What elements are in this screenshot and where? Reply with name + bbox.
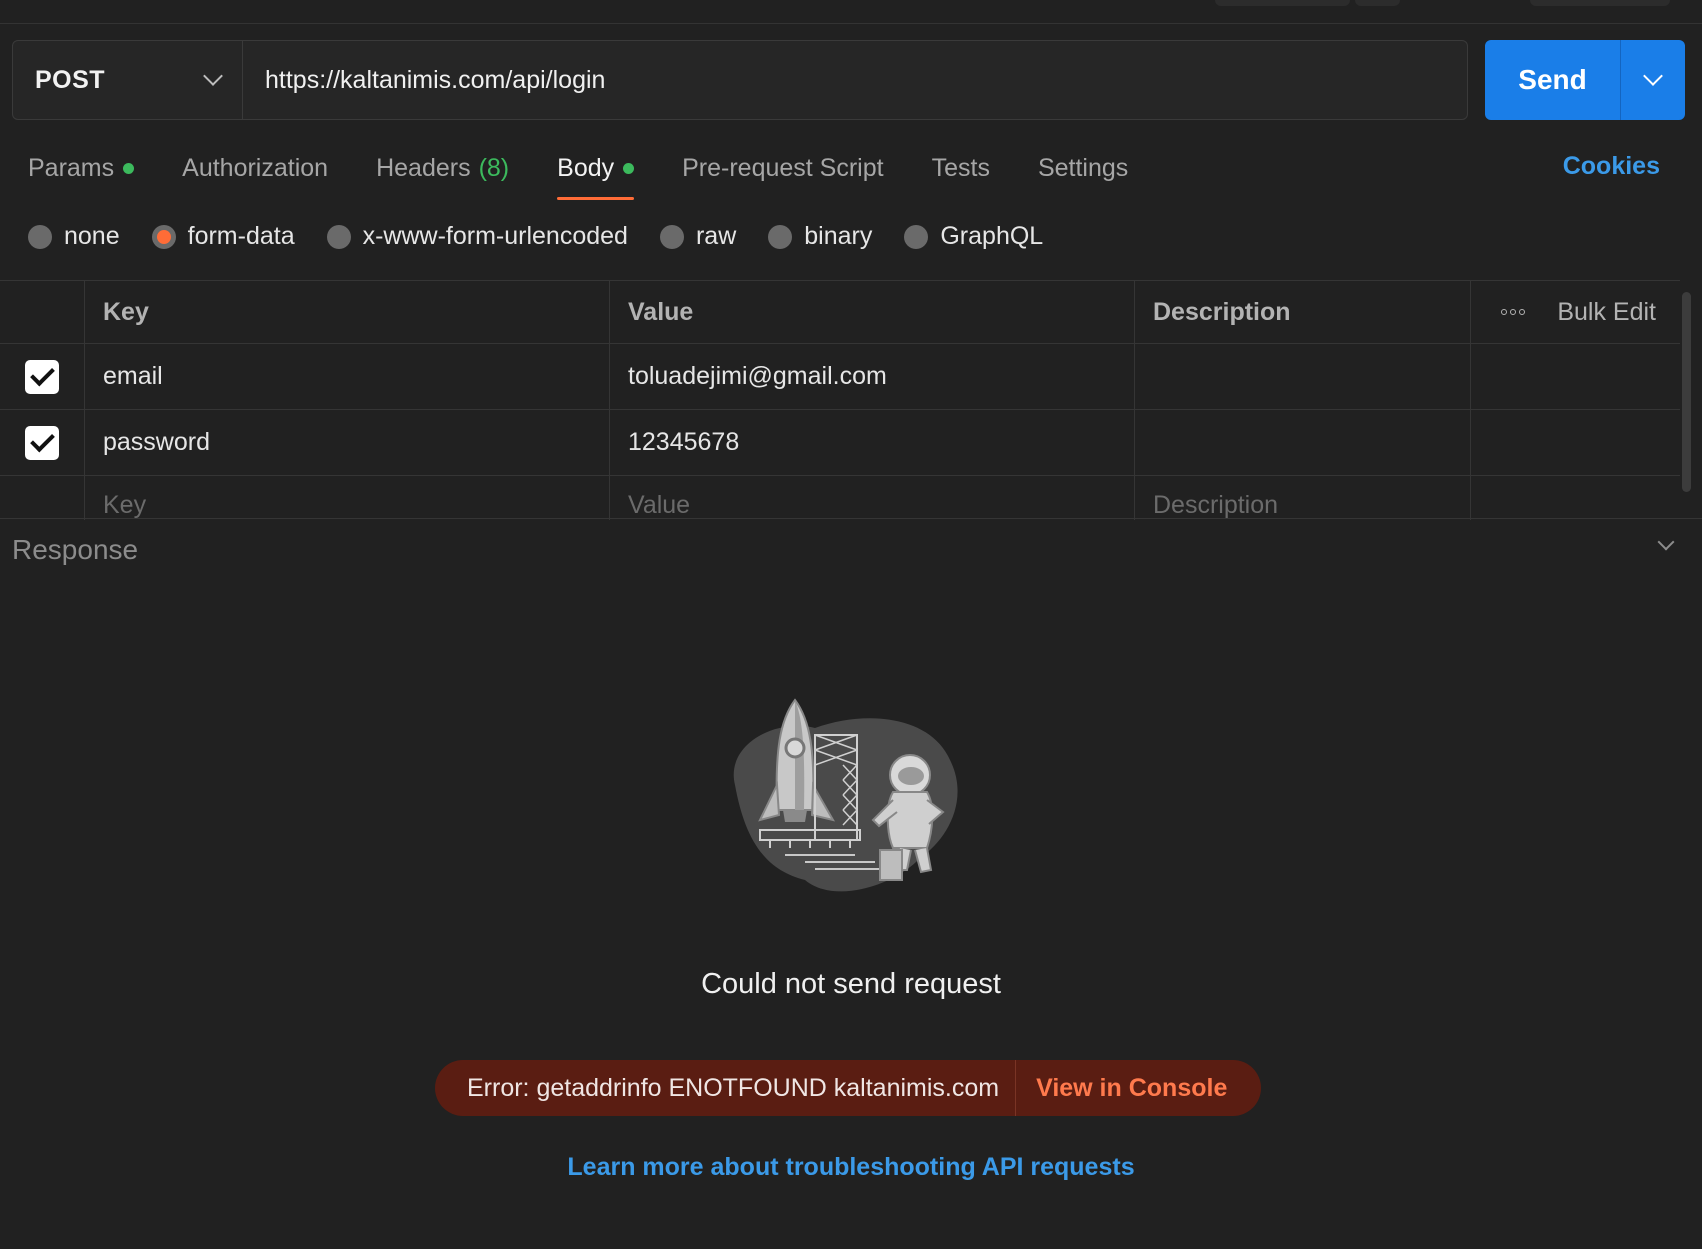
headers-count: (8) xyxy=(478,153,510,182)
response-title: Response xyxy=(12,534,139,565)
radio-selected-icon xyxy=(151,224,176,249)
more-options-icon[interactable] xyxy=(1501,309,1526,315)
row-actions-cell xyxy=(1471,476,1680,520)
tab-tests[interactable]: Tests xyxy=(932,148,990,188)
status-dot-icon xyxy=(623,162,635,174)
row-checkbox[interactable] xyxy=(25,359,59,394)
tab-pre-request-script[interactable]: Pre-request Script xyxy=(682,148,883,188)
table-row: password 12345678 xyxy=(0,410,1680,476)
request-tabs: Params Authorization Headers (8) Body Pr… xyxy=(28,148,1176,204)
tab-settings[interactable]: Settings xyxy=(1038,148,1128,188)
value-cell[interactable]: 12345678 xyxy=(610,410,1135,475)
learn-more-link[interactable]: Learn more about troubleshooting API req… xyxy=(0,1153,1702,1182)
tab-label: Pre-request Script xyxy=(682,153,884,182)
radio-icon xyxy=(768,224,793,249)
tab-label: Headers xyxy=(376,153,471,182)
cookies-link[interactable]: Cookies xyxy=(1563,152,1660,181)
collapse-response-button[interactable] xyxy=(1657,533,1675,551)
status-dot-icon xyxy=(123,162,135,174)
body-type-binary[interactable]: binary xyxy=(768,222,872,251)
error-text: Error: getaddrinfo ENOTFOUND kaltanimis.… xyxy=(435,1060,1017,1116)
table-header-actions: Bulk Edit xyxy=(1471,281,1680,343)
tab-label: Body xyxy=(557,153,615,182)
body-type-urlencoded[interactable]: x-www-form-urlencoded xyxy=(326,222,628,251)
row-checkbox-cell xyxy=(0,410,85,475)
chevron-down-icon xyxy=(1657,533,1675,551)
toolbar-tab-fragment xyxy=(1355,0,1400,6)
header-checkbox-column xyxy=(0,281,85,343)
body-type-label: x-www-form-urlencoded xyxy=(362,222,628,250)
table-scrollbar[interactable] xyxy=(1682,292,1691,492)
tab-headers[interactable]: Headers (8) xyxy=(376,148,509,188)
table-header-row: Key Value Description Bulk Edit xyxy=(0,280,1680,344)
body-type-graphql[interactable]: GraphQL xyxy=(904,222,1043,251)
chevron-down-icon xyxy=(203,66,223,86)
row-checkbox[interactable] xyxy=(25,425,59,460)
error-banner: Error: getaddrinfo ENOTFOUND kaltanimis.… xyxy=(435,1060,1261,1116)
tab-body[interactable]: Body xyxy=(557,148,635,200)
row-actions-cell xyxy=(1471,410,1680,475)
body-type-label: raw xyxy=(695,222,737,250)
column-header-description: Description xyxy=(1135,281,1471,343)
url-input[interactable] xyxy=(243,41,1467,119)
row-actions-cell xyxy=(1471,344,1680,409)
chevron-down-icon xyxy=(1643,66,1663,86)
method-select[interactable]: POST xyxy=(13,41,243,119)
body-type-raw[interactable]: raw xyxy=(659,222,737,251)
column-header-value: Value xyxy=(610,281,1135,343)
body-type-label: form-data xyxy=(187,222,295,250)
radio-icon xyxy=(904,224,929,249)
toolbar-tab-fragment xyxy=(1530,0,1670,6)
description-cell[interactable] xyxy=(1135,410,1471,475)
body-type-label: GraphQL xyxy=(940,222,1044,250)
method-label: POST xyxy=(35,65,106,94)
key-cell[interactable]: email xyxy=(85,344,610,409)
body-type-none[interactable]: none xyxy=(28,222,120,251)
pane-divider[interactable] xyxy=(0,518,1702,519)
key-cell[interactable]: password xyxy=(85,410,610,475)
body-type-label: none xyxy=(64,222,120,250)
description-placeholder[interactable]: Description xyxy=(1135,476,1471,520)
tab-authorization[interactable]: Authorization xyxy=(182,148,328,188)
table-row: email toluadejimi@gmail.com xyxy=(0,344,1680,410)
row-checkbox-cell xyxy=(0,344,85,409)
send-button[interactable]: Send xyxy=(1485,40,1620,120)
body-type-label: binary xyxy=(804,222,873,250)
value-placeholder[interactable]: Value xyxy=(610,476,1135,520)
tab-label: Settings xyxy=(1037,153,1129,182)
toolbar-tab-fragment xyxy=(1215,0,1350,6)
radio-icon xyxy=(326,224,351,249)
tab-label: Params xyxy=(28,153,115,182)
radio-icon xyxy=(28,224,52,249)
column-header-key: Key xyxy=(85,281,610,343)
send-button-group: Send xyxy=(1485,40,1685,120)
description-cell[interactable] xyxy=(1135,344,1471,409)
row-checkbox-cell xyxy=(0,476,85,520)
top-toolbar-strip xyxy=(0,0,1702,24)
tab-params[interactable]: Params xyxy=(28,148,135,188)
table-row-new: Key Value Description xyxy=(0,476,1680,520)
response-error-message: Could not send request xyxy=(701,968,1001,1000)
request-url-bar: POST xyxy=(12,40,1468,120)
send-options-button[interactable] xyxy=(1620,40,1685,120)
form-data-table: Key Value Description Bulk Edit email to… xyxy=(0,280,1680,520)
bulk-edit-link[interactable]: Bulk Edit xyxy=(1557,298,1656,327)
rocket-astronaut-illustration xyxy=(733,698,958,892)
tab-label: Tests xyxy=(931,153,990,182)
value-cell[interactable]: toluadejimi@gmail.com xyxy=(610,344,1135,409)
body-type-selector: none form-data x-www-form-urlencoded raw… xyxy=(28,222,1075,251)
radio-icon xyxy=(659,224,684,249)
view-in-console-link[interactable]: View in Console xyxy=(1016,1074,1227,1103)
body-type-form-data[interactable]: form-data xyxy=(151,222,295,251)
key-placeholder[interactable]: Key xyxy=(85,476,610,520)
tab-label: Authorization xyxy=(182,153,329,182)
